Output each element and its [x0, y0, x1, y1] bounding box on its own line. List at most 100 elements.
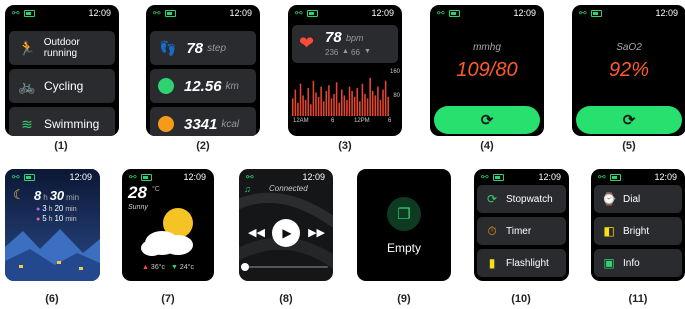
play-button[interactable]: ▶	[272, 219, 300, 247]
deep-sleep-dot: ●	[36, 206, 41, 213]
calories-row[interactable]: 3341 kcal	[150, 107, 256, 136]
refresh-button[interactable]: ⟳	[576, 106, 682, 134]
status-bar: ⚯ 12:09	[591, 172, 685, 184]
item-label: Stopwatch	[506, 193, 553, 205]
caption-1: (1)	[54, 140, 68, 152]
heart-rate-bar	[297, 102, 299, 116]
list-item-flashlight[interactable]: ▮ Flashlight	[477, 249, 566, 277]
heart-rate-chart	[292, 77, 389, 117]
heart-rate-bar	[343, 95, 346, 116]
steps-unit: step	[207, 42, 227, 54]
info-icon: ▣	[603, 256, 615, 270]
item-label: Dial	[623, 193, 641, 205]
heart-rate-bar	[374, 95, 377, 116]
heart-rate-bar	[369, 77, 371, 116]
minutes-unit: min	[66, 193, 80, 202]
caption-8: (8)	[279, 293, 293, 305]
distance-unit: km	[225, 80, 239, 92]
minutes-unit: min	[65, 206, 77, 213]
heart-rate-bar	[364, 93, 366, 116]
deep-sleep: ● 3 h 20 min	[36, 204, 77, 213]
heart-rate-bar	[348, 86, 351, 117]
link-icon: ⚯	[579, 8, 587, 18]
progress-knob[interactable]	[241, 263, 249, 271]
empty-label: Empty	[386, 241, 421, 255]
caption-10: (10)	[511, 293, 531, 305]
y-tick-label: 160	[389, 69, 400, 75]
caption-2: (2)	[196, 140, 210, 152]
previous-button[interactable]: ◀◀	[248, 226, 265, 239]
heart-rate-bar	[351, 91, 353, 116]
item-label: Bright	[623, 225, 650, 237]
stopwatch-icon: ⟳	[486, 192, 498, 206]
connection-status: Connected	[269, 184, 308, 193]
light-sleep-dot: ●	[36, 216, 41, 223]
empty-icon-circle: ❐	[387, 197, 421, 231]
status-bar: ⚯ 12:09	[474, 172, 569, 184]
spo2-unit: SaO2	[616, 42, 642, 53]
caption-3: (3)	[338, 140, 352, 152]
brightness-icon: ◧	[603, 224, 615, 238]
screen-blood-oxygen: ⚯ 12:09 SaO2 92% ⟳	[572, 5, 685, 136]
item-label: Cycling	[44, 79, 84, 93]
x-tick-label: 12PM	[354, 118, 370, 124]
caption-4: (4)	[480, 140, 494, 152]
list-item-outdoor-running[interactable]: 🏃 Outdoor running	[9, 31, 115, 65]
status-time: 12:09	[654, 172, 677, 182]
screen-workout-list: ⚯ 12:09 🏃 Outdoor running 🚲 Cycling ≋ Sw…	[5, 5, 119, 136]
status-time: 12:09	[513, 8, 536, 18]
heart-rate-bar	[371, 91, 374, 116]
heart-rate-bar	[335, 82, 338, 116]
distance-value: 12.56	[184, 77, 222, 95]
sleep-total: 8 h 30 min	[34, 187, 79, 205]
battery-icon	[165, 10, 176, 17]
bp-value: 109/80	[456, 59, 518, 81]
list-item-cycling[interactable]: 🚲 Cycling	[9, 69, 115, 103]
link-icon: ⚯	[598, 172, 606, 182]
list-item-dial[interactable]: ⌚ Dial	[594, 185, 682, 213]
heart-rate-bar	[317, 96, 320, 116]
steps-row[interactable]: 👣 78 step	[150, 31, 256, 65]
footsteps-icon: 👣	[159, 39, 177, 56]
status-bar: ⚯ 12:09	[430, 8, 544, 20]
list-item-info[interactable]: ▣ Info	[594, 249, 682, 277]
list-item-timer[interactable]: ⏱ Timer	[477, 217, 566, 245]
heart-rate-bar	[341, 89, 343, 116]
heart-rate-bar	[310, 104, 312, 116]
heart-rate-bar	[304, 99, 307, 116]
status-bar: ⚯ 12:09	[239, 172, 333, 184]
heart-rate-bar	[366, 98, 369, 117]
list-item-swimming[interactable]: ≋ Swimming	[9, 107, 115, 136]
light-hours: 5	[42, 214, 47, 223]
heart-rate-bar	[299, 83, 302, 116]
calories-unit: kcal	[221, 118, 240, 130]
cycling-icon: 🚲	[18, 77, 36, 94]
caption-5: (5)	[622, 140, 636, 152]
low-arrow-icon: ▲	[142, 264, 149, 271]
moon-icon: ☾	[13, 187, 25, 202]
heart-rate-bar	[325, 91, 328, 116]
heart-rate-bar	[353, 96, 356, 116]
battery-icon	[449, 10, 460, 17]
distance-row[interactable]: 12.56 km	[150, 69, 256, 103]
hours-unit: h	[48, 206, 53, 213]
next-button[interactable]: ▶▶	[308, 226, 325, 239]
refresh-icon: ⟳	[622, 112, 636, 129]
list-item-bright[interactable]: ◧ Bright	[594, 217, 682, 245]
status-time: 12:09	[229, 8, 252, 18]
screen-tools: ⚯ 12:09 ⟳ Stopwatch ⏱ Timer ▮ Flashlight	[474, 169, 569, 281]
item-label: Flashlight	[506, 257, 549, 269]
battery-icon	[591, 10, 602, 17]
refresh-button[interactable]: ⟳	[434, 106, 540, 134]
progress-track[interactable]	[244, 266, 328, 268]
status-time: 12:09	[538, 172, 561, 182]
link-icon: ⚯	[12, 8, 20, 18]
timer-icon: ⏱	[487, 223, 497, 238]
list-item-stopwatch[interactable]: ⟳ Stopwatch	[477, 185, 566, 213]
heart-rate-bar	[307, 88, 310, 116]
refresh-icon: ⟳	[480, 112, 494, 129]
high-temp: 24°c	[179, 264, 194, 271]
hours-unit: h	[48, 216, 53, 223]
play-icon: ▶	[282, 226, 292, 240]
heart-rate-bar	[356, 88, 359, 116]
